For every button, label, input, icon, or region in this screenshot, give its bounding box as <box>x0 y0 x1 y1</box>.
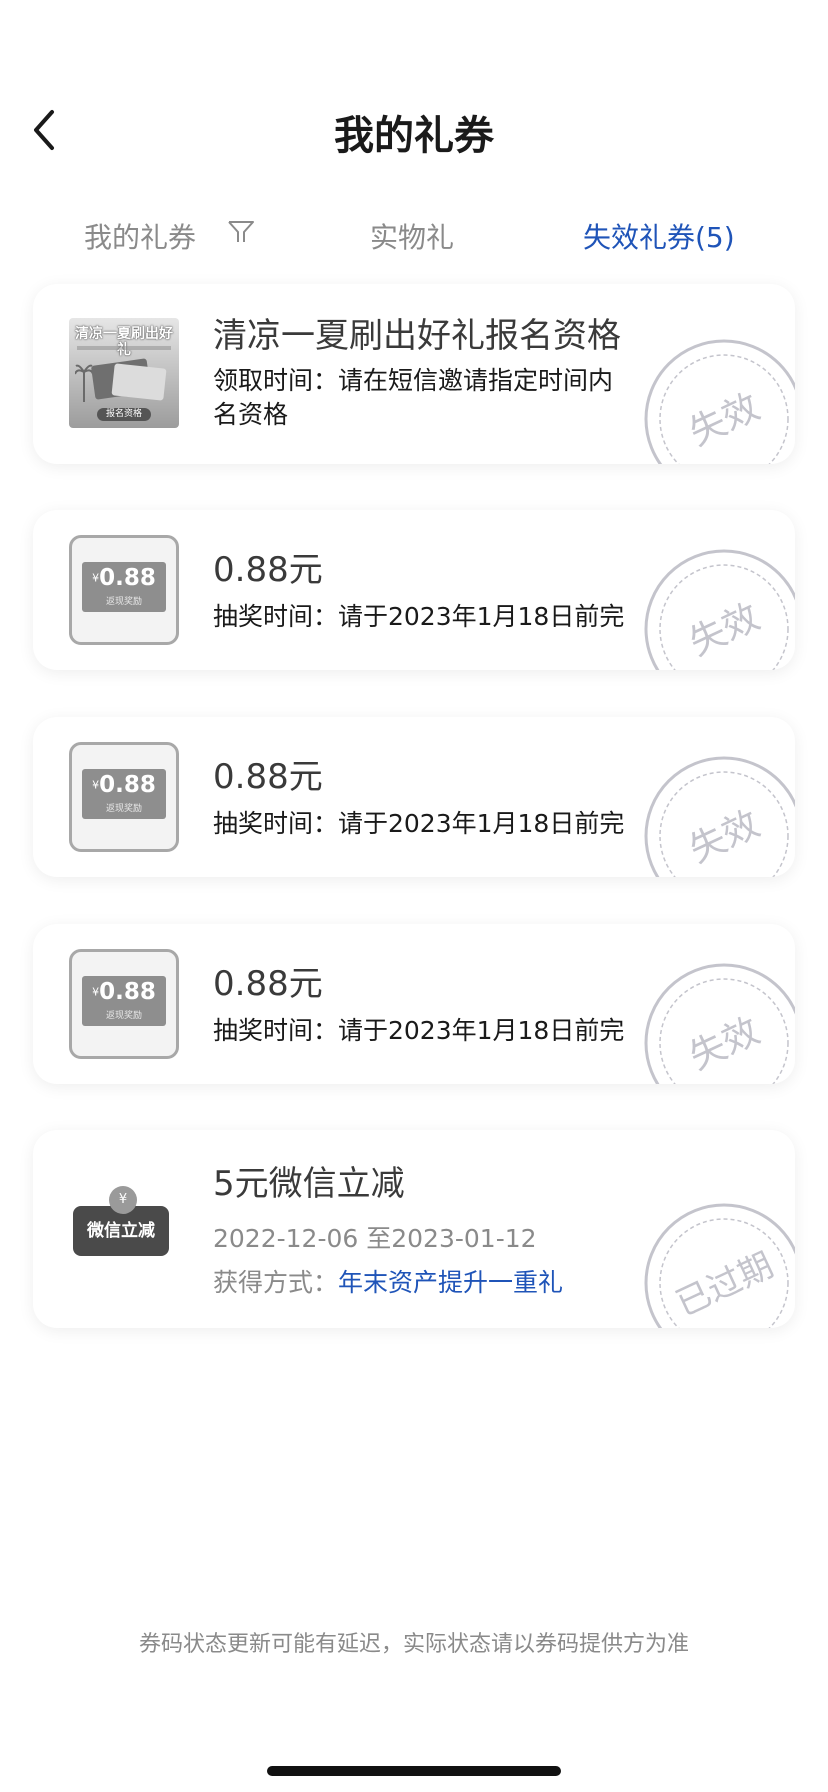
coupon-amount-value: 0.88 <box>99 565 156 591</box>
obtain-method: 获得方式：年末资产提升一重礼 <box>213 1266 563 1300</box>
card-title: 0.88元 <box>213 757 323 797</box>
coupon-subtitle: 返现奖励 <box>105 597 142 607</box>
page-title: 我的礼券 <box>334 113 494 159</box>
draw-time-text: 抽奖时间：请于2023年1月18日前完 <box>213 1016 625 1045</box>
stamp-text: 已过期 <box>670 1245 779 1324</box>
status-disclaimer: 券码状态更新可能有延迟，实际状态请以券码提供方为准 <box>138 1632 689 1657</box>
obtain-method-label: 获得方式： <box>213 1268 339 1297</box>
claim-time-text: 领取时间：请在短信邀请指定时间内 <box>213 366 614 395</box>
coupon-card[interactable]: 清凉一夏刷出好礼 报名资格 清凉一夏刷出好礼报名资格 领取时间：请在短信邀请指定… <box>33 284 795 464</box>
card-title: 0.88元 <box>213 550 323 590</box>
coupon-amount: ¥0.88 <box>82 771 166 800</box>
stamp-text: 失效 <box>683 597 766 665</box>
cashback-coupon-image: ¥0.88 返现奖励 <box>69 742 179 852</box>
tab-expired-coupons[interactable]: 失效礼券(5) <box>583 210 735 266</box>
yen-coin-icon: ¥ <box>109 1186 137 1214</box>
validity-dates: 2022-12-06 至2023-01-12 <box>213 1224 537 1253</box>
draw-time-text: 抽奖时间：请于2023年1月18日前完 <box>213 809 625 838</box>
wechat-discount-image: 微信立减 ¥ <box>69 1174 179 1284</box>
obtain-method-link[interactable]: 年末资产提升一重礼 <box>338 1268 563 1297</box>
coupon-amount: ¥0.88 <box>82 564 166 593</box>
tab-label: 我的礼券 <box>84 221 197 254</box>
card-title: 5元微信立减 <box>213 1164 405 1204</box>
card-title: 清凉一夏刷出好礼报名资格 <box>213 316 621 356</box>
coupon-face: ¥0.88 返现奖励 <box>82 976 166 1026</box>
coupon-card[interactable]: ¥0.88 返现奖励 0.88元 抽奖时间：请于2023年1月18日前完 失效 <box>33 924 795 1084</box>
header-bar: 我的礼券 <box>0 100 828 172</box>
poster-card-light <box>111 363 167 401</box>
coupon-amount: ¥0.88 <box>82 978 166 1007</box>
stamp-text: 失效 <box>683 804 766 872</box>
expired-stamp: 失效 <box>644 963 795 1084</box>
stamp-text: 失效 <box>683 1011 766 1079</box>
stamp-text: 失效 <box>683 387 766 455</box>
coupon-card[interactable]: ¥0.88 返现奖励 0.88元 抽奖时间：请于2023年1月18日前完 失效 <box>33 510 795 670</box>
expired-stamp: 已过期 <box>644 1203 795 1328</box>
coupon-face: ¥0.88 返现奖励 <box>82 562 166 612</box>
filter-icon[interactable] <box>227 208 255 264</box>
draw-time-text: 抽奖时间：请于2023年1月18日前完 <box>213 602 625 631</box>
coupon-subtitle: 返现奖励 <box>105 804 142 814</box>
poster-signup-button: 报名资格 <box>97 408 151 421</box>
coupon-amount-value: 0.88 <box>99 979 156 1005</box>
home-indicator[interactable] <box>267 1766 561 1776</box>
poster-subtitle-bar <box>77 346 171 350</box>
claim-time-text-cont: 名资格 <box>213 400 289 429</box>
expired-stamp: 失效 <box>644 756 795 877</box>
tab-label: 失效礼券(5) <box>583 221 735 254</box>
cashback-coupon-image: ¥0.88 返现奖励 <box>69 535 179 645</box>
coupon-face: ¥0.88 返现奖励 <box>82 769 166 819</box>
expired-stamp: 失效 <box>644 339 795 464</box>
expired-stamp: 失效 <box>644 549 795 670</box>
coupon-amount-value: 0.88 <box>99 772 156 798</box>
tab-bar: 我的礼券 实物礼 失效礼券(5) <box>0 210 828 266</box>
tab-my-coupons[interactable]: 我的礼券 <box>84 210 255 266</box>
promo-poster-image: 清凉一夏刷出好礼 报名资格 <box>69 318 179 428</box>
card-title: 0.88元 <box>213 964 323 1004</box>
tab-label: 实物礼 <box>370 221 455 254</box>
coupon-card[interactable]: 微信立减 ¥ 5元微信立减 2022-12-06 至2023-01-12 获得方… <box>33 1130 795 1328</box>
coupon-subtitle: 返现奖励 <box>105 1011 142 1021</box>
tab-physical-gifts[interactable]: 实物礼 <box>370 210 454 266</box>
coupon-card[interactable]: ¥0.88 返现奖励 0.88元 抽奖时间：请于2023年1月18日前完 失效 <box>33 717 795 877</box>
cashback-coupon-image: ¥0.88 返现奖励 <box>69 949 179 1059</box>
poster-title: 清凉一夏刷出好礼 <box>75 326 173 358</box>
